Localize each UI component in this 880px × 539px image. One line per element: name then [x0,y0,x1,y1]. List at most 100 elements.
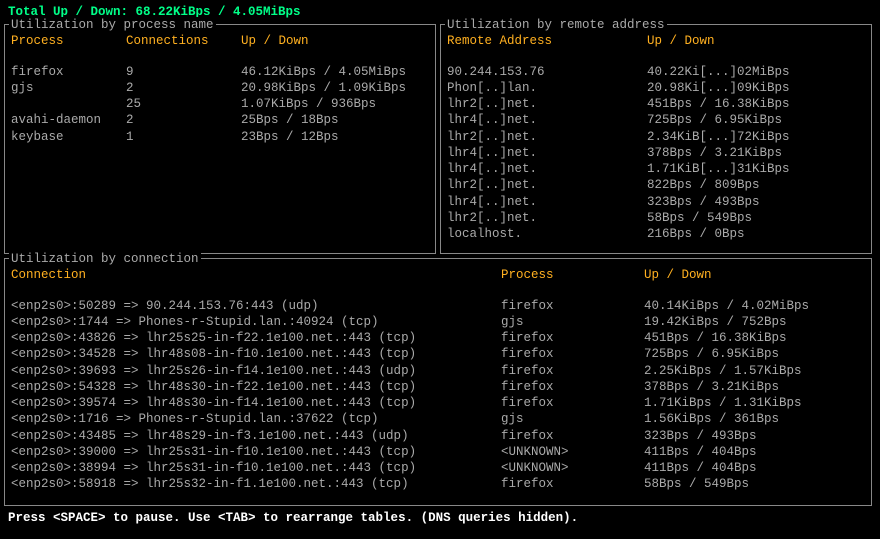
cell-updown: 411Bps / 404Bps [644,460,865,476]
cell-connection: <enp2s0>:54328 => lhr48s30-in-f22.1e100.… [11,379,501,395]
cell-updown: 40.22Ki[...]02MiBps [647,64,865,80]
connection-row: <enp2s0>:1744 => Phones-r-Stupid.lan.:40… [11,314,865,330]
connection-row: <enp2s0>:34528 => lhr48s08-in-f10.1e100.… [11,346,865,362]
cell-connections: 1 [126,129,241,145]
remote-row: 90.244.153.7640.22Ki[...]02MiBps [447,64,865,80]
process-panel: Utilization by process name Process Conn… [4,24,436,254]
top-panels: Utilization by process name Process Conn… [4,24,876,254]
cell-updown: 411Bps / 404Bps [644,444,865,460]
cell-updown: 20.98KiBps / 1.09KiBps [241,80,429,96]
cell-connection: <enp2s0>:39574 => lhr48s30-in-f14.1e100.… [11,395,501,411]
cell-updown: 451Bps / 16.38KiBps [644,330,865,346]
cell-connection: <enp2s0>:50289 => 90.244.153.76:443 (udp… [11,298,501,314]
cell-process: gjs [11,80,126,96]
header-process: Process [501,267,644,283]
cell-connection: <enp2s0>:1716 => Phones-r-Stupid.lan.:37… [11,411,501,427]
cell-updown: 25Bps / 18Bps [241,112,429,128]
connection-row: <enp2s0>:38994 => lhr25s31-in-f10.1e100.… [11,460,865,476]
cell-connections: 2 [126,112,241,128]
cell-remote-address: lhr2[..]net. [447,210,647,226]
cell-process: firefox [501,395,644,411]
cell-updown: 216Bps / 0Bps [647,226,865,242]
cell-updown: 58Bps / 549Bps [647,210,865,226]
cell-connection: <enp2s0>:38994 => lhr25s31-in-f10.1e100.… [11,460,501,476]
remote-row: lhr2[..]net.451Bps / 16.38KiBps [447,96,865,112]
cell-updown: 323Bps / 493Bps [647,194,865,210]
cell-updown: 822Bps / 809Bps [647,177,865,193]
cell-updown: 19.42KiBps / 752Bps [644,314,865,330]
remote-panel-title: Utilization by remote address [445,17,667,33]
connection-row: <enp2s0>:43826 => lhr25s25-in-f22.1e100.… [11,330,865,346]
remote-rows: 90.244.153.7640.22Ki[...]02MiBpsPhon[..]… [447,64,865,243]
connection-panel: Utilization by connection Connection Pro… [4,258,872,506]
header-connections: Connections [126,33,241,49]
process-row: firefox946.12KiBps / 4.05MiBps [11,64,429,80]
cell-remote-address: localhost. [447,226,647,242]
cell-process: <UNKNOWN> [501,444,644,460]
cell-process [11,96,126,112]
cell-connection: <enp2s0>:43826 => lhr25s25-in-f22.1e100.… [11,330,501,346]
header-connection: Connection [11,267,501,283]
remote-table-header: Remote Address Up / Down [447,33,865,49]
header-remote-address: Remote Address [447,33,647,49]
remote-row: lhr2[..]net.58Bps / 549Bps [447,210,865,226]
cell-remote-address: lhr4[..]net. [447,145,647,161]
cell-process: <UNKNOWN> [501,460,644,476]
cell-connection: <enp2s0>:39000 => lhr25s31-in-f10.1e100.… [11,444,501,460]
cell-process: firefox [501,476,644,492]
cell-updown: 323Bps / 493Bps [644,428,865,444]
cell-updown: 58Bps / 549Bps [644,476,865,492]
connection-row: <enp2s0>:39000 => lhr25s31-in-f10.1e100.… [11,444,865,460]
process-row: 251.07KiBps / 936Bps [11,96,429,112]
cell-process: firefox [501,363,644,379]
cell-process: firefox [11,64,126,80]
cell-remote-address: lhr4[..]net. [447,161,647,177]
cell-remote-address: lhr2[..]net. [447,129,647,145]
cell-updown: 378Bps / 3.21KiBps [647,145,865,161]
cell-connection: <enp2s0>:1744 => Phones-r-Stupid.lan.:40… [11,314,501,330]
cell-remote-address: lhr2[..]net. [447,177,647,193]
cell-process: firefox [501,346,644,362]
connection-row: <enp2s0>:1716 => Phones-r-Stupid.lan.:37… [11,411,865,427]
cell-updown: 1.71KiBps / 1.31KiBps [644,395,865,411]
connection-table-header: Connection Process Up / Down [11,267,865,283]
connection-row: <enp2s0>:54328 => lhr48s30-in-f22.1e100.… [11,379,865,395]
cell-connection: <enp2s0>:39693 => lhr25s26-in-f14.1e100.… [11,363,501,379]
connection-row: <enp2s0>:39574 => lhr48s30-in-f14.1e100.… [11,395,865,411]
cell-remote-address: lhr4[..]net. [447,112,647,128]
cell-updown: 1.56KiBps / 361Bps [644,411,865,427]
cell-updown: 1.71KiB[...]31KiBps [647,161,865,177]
cell-process: firefox [501,330,644,346]
cell-process: avahi-daemon [11,112,126,128]
cell-remote-address: lhr2[..]net. [447,96,647,112]
cell-updown: 2.25KiBps / 1.57KiBps [644,363,865,379]
cell-updown: 1.07KiBps / 936Bps [241,96,429,112]
remote-row: lhr4[..]net.1.71KiB[...]31KiBps [447,161,865,177]
connection-panel-title: Utilization by connection [9,251,201,267]
connection-row: <enp2s0>:39693 => lhr25s26-in-f14.1e100.… [11,363,865,379]
remote-row: lhr4[..]net.323Bps / 493Bps [447,194,865,210]
footer-hint: Press <SPACE> to pause. Use <TAB> to rea… [4,506,876,526]
connection-rows: <enp2s0>:50289 => 90.244.153.76:443 (udp… [11,298,865,493]
process-row: keybase123Bps / 12Bps [11,129,429,145]
cell-remote-address: lhr4[..]net. [447,194,647,210]
header-updown: Up / Down [644,267,865,283]
cell-updown: 20.98Ki[...]09KiBps [647,80,865,96]
header-updown: Up / Down [647,33,865,49]
remote-row: localhost.216Bps / 0Bps [447,226,865,242]
cell-connection: <enp2s0>:34528 => lhr48s08-in-f10.1e100.… [11,346,501,362]
cell-updown: 46.12KiBps / 4.05MiBps [241,64,429,80]
remote-row: lhr4[..]net.378Bps / 3.21KiBps [447,145,865,161]
header-updown: Up / Down [241,33,429,49]
remote-panel: Utilization by remote address Remote Add… [440,24,872,254]
cell-updown: 23Bps / 12Bps [241,129,429,145]
remote-row: lhr4[..]net.725Bps / 6.95KiBps [447,112,865,128]
process-row: avahi-daemon225Bps / 18Bps [11,112,429,128]
cell-connections: 9 [126,64,241,80]
cell-updown: 40.14KiBps / 4.02MiBps [644,298,865,314]
process-rows: firefox946.12KiBps / 4.05MiBpsgjs220.98K… [11,64,429,145]
cell-updown: 2.34KiB[...]72KiBps [647,129,865,145]
cell-remote-address: Phon[..]lan. [447,80,647,96]
header-process: Process [11,33,126,49]
cell-updown: 451Bps / 16.38KiBps [647,96,865,112]
